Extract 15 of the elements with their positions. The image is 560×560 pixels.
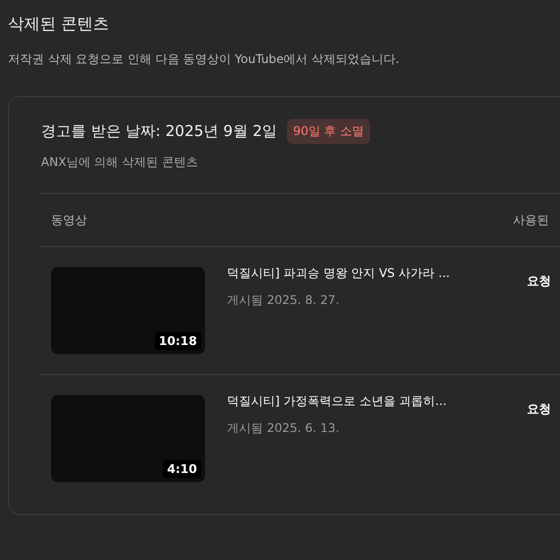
strike-date: 경고를 받은 날짜: 2025년 9월 2일 (41, 122, 278, 141)
column-header: 사용된 (513, 212, 550, 228)
page-title: 삭제된 콘텐츠 (8, 14, 110, 35)
video-title[interactable]: 덕질시티] 가정폭력으로 소년을 괴롭히... (227, 393, 525, 410)
removal-source: ANX님에 의해 삭제된 콘텐츠 (41, 154, 199, 171)
posted-date: 게시됨 2025. 6. 13. (227, 420, 340, 437)
posted-date: 게시됨 2025. 8. 27. (227, 292, 340, 309)
video-duration: 10:18 (154, 332, 201, 350)
video-duration: 4:10 (163, 460, 201, 478)
expiry-badge: 90일 후 소멸 (287, 119, 370, 144)
description: 저작권 삭제 요청으로 인해 다음 동영상이 YouTube에서 삭제되었습니다. (8, 51, 400, 68)
table-cell-text: 요청 (526, 273, 552, 290)
table-cell-text: 요청 (526, 401, 552, 418)
column-header: 동영상 (50, 212, 88, 228)
video-title[interactable]: 덕질시티] 파괴승 명왕 안지 VS 사가라 ... (227, 265, 525, 282)
